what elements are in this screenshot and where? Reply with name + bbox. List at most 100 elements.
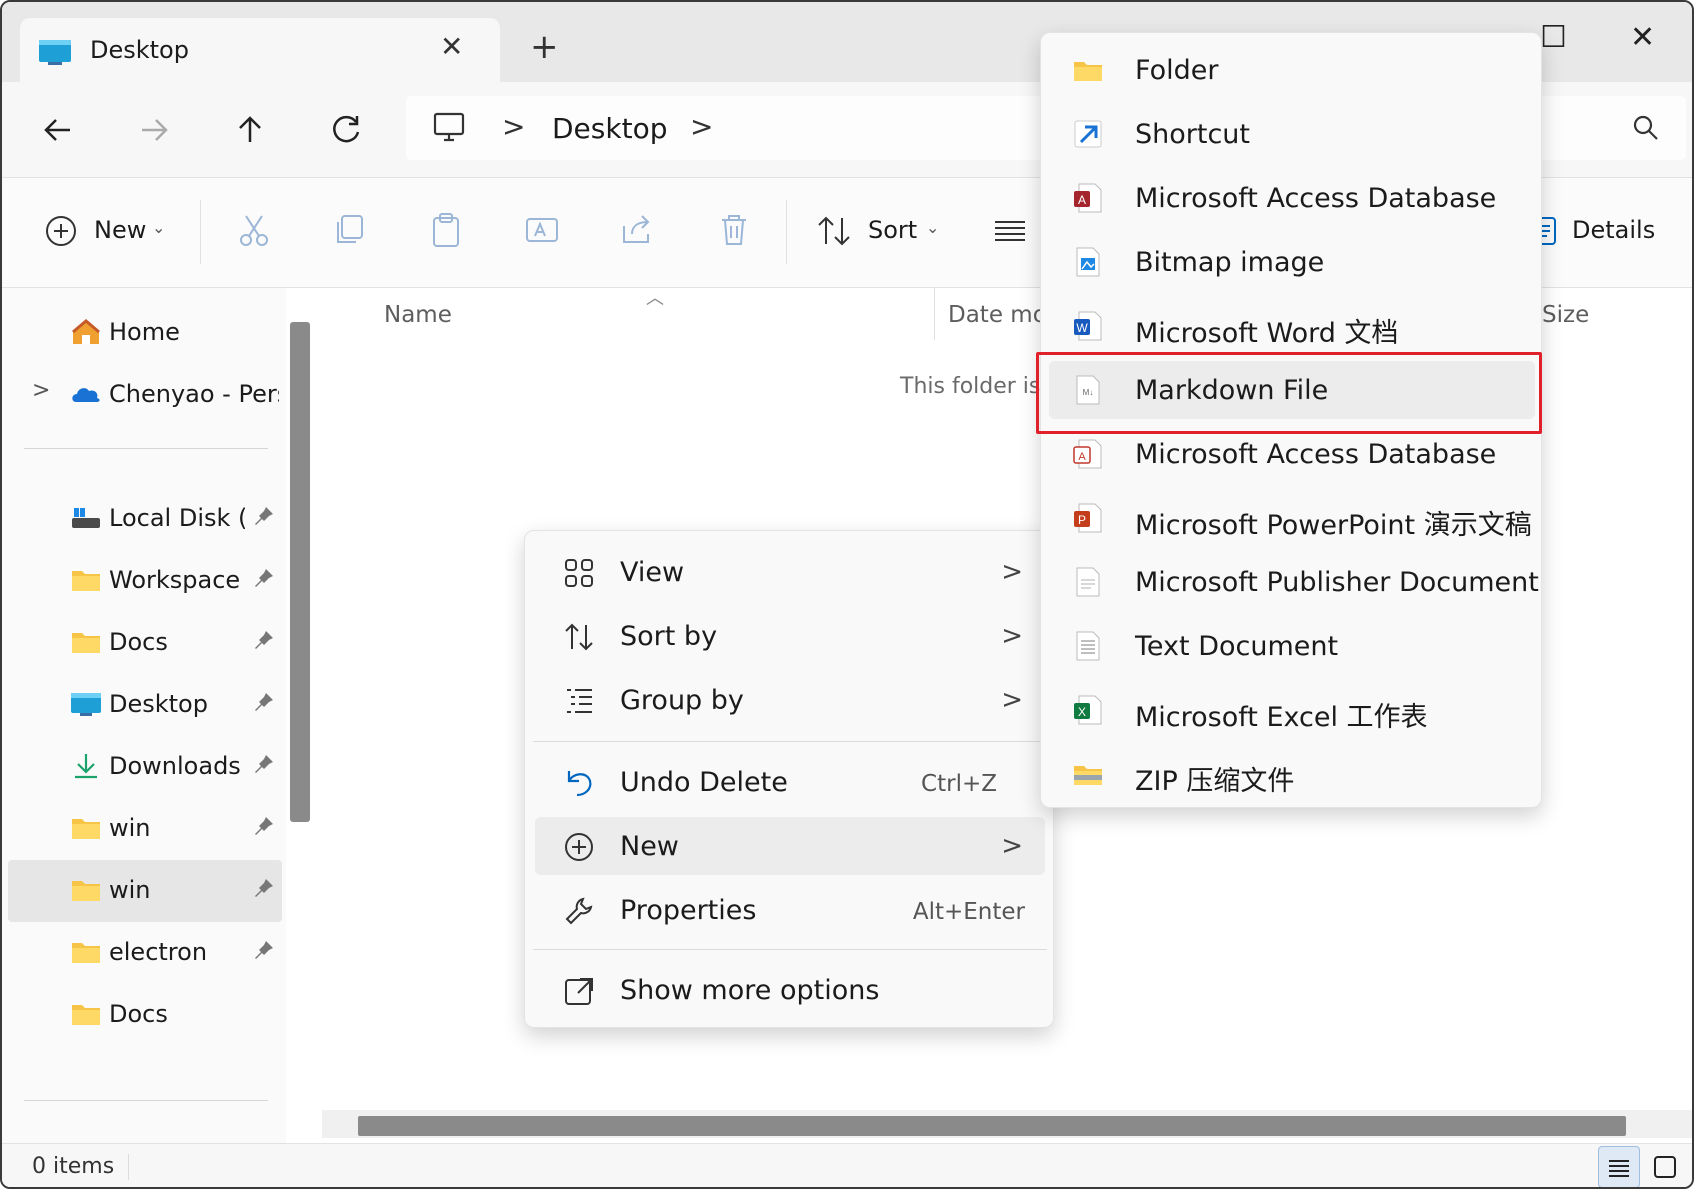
menu-item-sort-by[interactable]: Sort by > — [535, 607, 1045, 665]
sidebar-item-label: electron — [109, 938, 208, 966]
copy-icon[interactable] — [332, 212, 368, 248]
folder-icon — [72, 1005, 100, 1025]
folder-icon — [1074, 62, 1102, 81]
rename-icon[interactable] — [524, 212, 560, 248]
pin-icon[interactable] — [252, 566, 276, 590]
horizontal-scrollbar[interactable] — [358, 1116, 1626, 1136]
sidebar-scrollbar[interactable] — [290, 322, 310, 822]
new-tab-button[interactable]: + — [530, 30, 559, 64]
menu-item-properties[interactable]: Properties Alt+Enter — [535, 881, 1045, 939]
grid-icon — [565, 559, 593, 587]
chevron-down-icon: ⌄ — [926, 218, 940, 237]
sidebar-item-onedrive[interactable]: > Chenyao - Perso — [8, 364, 282, 426]
forward-icon[interactable] — [132, 108, 176, 152]
breadcrumb-chevron-icon[interactable]: > — [502, 110, 525, 143]
menu-item-group-by[interactable]: Group by > — [535, 671, 1045, 729]
sidebar-item-win-selected[interactable]: win — [8, 860, 282, 922]
sidebar-item-label: Home — [109, 318, 180, 346]
submenu-item-label: Microsoft Access Database — [1135, 439, 1497, 470]
sidebar-item-label: win — [109, 814, 151, 842]
pin-icon[interactable] — [252, 876, 276, 900]
close-tab-icon[interactable]: ✕ — [440, 30, 463, 63]
column-header-date[interactable]: Date mo — [948, 302, 1047, 328]
sidebar-item-downloads[interactable]: Downloads — [8, 736, 282, 798]
maximize-button[interactable]: ☐ — [1540, 20, 1567, 55]
details-view-button[interactable] — [1598, 1146, 1640, 1187]
wrench-icon — [565, 897, 593, 925]
svg-text:A: A — [1078, 451, 1086, 463]
sidebar-item-docs[interactable]: Docs — [8, 612, 282, 674]
svg-text:W: W — [1076, 321, 1088, 335]
pin-icon[interactable] — [252, 814, 276, 838]
menu-item-view[interactable]: View > — [535, 543, 1045, 601]
submenu-item-label: Bitmap image — [1135, 247, 1325, 278]
cut-icon[interactable] — [236, 212, 272, 248]
computer-icon — [433, 112, 465, 142]
breadcrumb-desktop[interactable]: Desktop — [552, 112, 667, 145]
submenu-item-shortcut[interactable]: Shortcut — [1049, 105, 1535, 163]
menu-item-show-more-options[interactable]: Show more options — [535, 961, 1045, 1019]
sidebar-item-electron[interactable]: electron — [8, 922, 282, 984]
tiles-view-button[interactable] — [1644, 1146, 1686, 1187]
toolbar-divider — [200, 200, 201, 264]
details-label: Details — [1572, 216, 1656, 244]
drive-icon — [72, 508, 100, 528]
plus-circle-icon — [46, 216, 76, 246]
submenu-item-access[interactable]: A Microsoft Access Database — [1049, 169, 1535, 227]
toolbar-divider — [786, 200, 787, 264]
status-bar: 0 items — [2, 1143, 1692, 1187]
details-button[interactable]: Details — [1532, 200, 1662, 264]
sidebar-item-home[interactable]: Home — [8, 302, 282, 364]
menu-item-new[interactable]: New > — [535, 817, 1045, 875]
column-header-size[interactable]: Size — [1542, 302, 1589, 328]
sidebar-item-label: Desktop — [109, 690, 208, 718]
up-icon[interactable] — [228, 108, 272, 152]
menu-item-label: View — [620, 557, 685, 588]
delete-icon[interactable] — [716, 212, 752, 248]
shortcut-hint: Ctrl+Z — [921, 771, 997, 797]
submenu-item-folder[interactable]: Folder — [1049, 41, 1535, 99]
submenu-item-zip[interactable]: ZIP 压缩文件 — [1049, 745, 1535, 803]
search-icon[interactable] — [1632, 114, 1660, 142]
close-window-button[interactable]: ✕ — [1630, 20, 1655, 55]
sort-button[interactable]: Sort ⌄ — [816, 200, 946, 264]
new-button[interactable]: New ⌄ — [42, 200, 172, 264]
pin-icon[interactable] — [252, 504, 276, 528]
menu-item-label: Sort by — [620, 621, 718, 652]
list-icon — [1609, 1160, 1629, 1177]
sort-ascending-icon: ︿ — [646, 288, 664, 309]
home-icon — [72, 319, 100, 344]
submenu-item-excel[interactable]: X Microsoft Excel 工作表 — [1049, 681, 1535, 739]
expand-chevron-icon[interactable]: > — [32, 378, 50, 403]
column-header-name[interactable]: Name — [384, 302, 452, 328]
sidebar-item-win[interactable]: win — [8, 798, 282, 860]
layout-icon[interactable] — [992, 212, 1028, 248]
submenu-item-powerpoint[interactable]: P Microsoft PowerPoint 演示文稿 — [1049, 489, 1535, 547]
pin-icon[interactable] — [252, 938, 276, 962]
breadcrumb-chevron-icon[interactable]: > — [690, 110, 713, 143]
undo-icon — [567, 771, 592, 797]
sidebar-item-desktop[interactable]: Desktop — [8, 674, 282, 736]
submenu-item-bitmap[interactable]: Bitmap image — [1049, 233, 1535, 291]
pin-icon[interactable] — [252, 628, 276, 652]
back-icon[interactable] — [36, 108, 80, 152]
submenu-item-label: Shortcut — [1135, 119, 1251, 150]
pin-icon[interactable] — [252, 690, 276, 714]
sidebar-item-docs-2[interactable]: Docs — [8, 984, 282, 1046]
sidebar-divider — [24, 1100, 268, 1101]
submenu-item-text-document[interactable]: Text Document — [1049, 617, 1535, 675]
sidebar-item-workspace[interactable]: Workspace — [8, 550, 282, 612]
submenu-item-word[interactable]: W Microsoft Word 文档 — [1049, 297, 1535, 355]
menu-item-undo-delete[interactable]: Undo Delete Ctrl+Z — [535, 753, 1045, 811]
paste-icon[interactable] — [428, 212, 464, 248]
tab-desktop[interactable]: Desktop ✕ — [20, 18, 500, 86]
refresh-icon[interactable] — [324, 108, 368, 152]
shortcut-icon — [1074, 120, 1102, 148]
pin-icon[interactable] — [252, 752, 276, 776]
menu-item-label: Undo Delete — [620, 767, 788, 798]
submenu-arrow-icon: > — [1001, 557, 1023, 587]
share-icon[interactable] — [620, 212, 656, 248]
sidebar-item-local-disk[interactable]: Local Disk (C: — [8, 488, 282, 550]
submenu-item-publisher[interactable]: Microsoft Publisher Document — [1049, 553, 1539, 611]
sidebar-item-label: Chenyao - Perso — [109, 380, 279, 408]
